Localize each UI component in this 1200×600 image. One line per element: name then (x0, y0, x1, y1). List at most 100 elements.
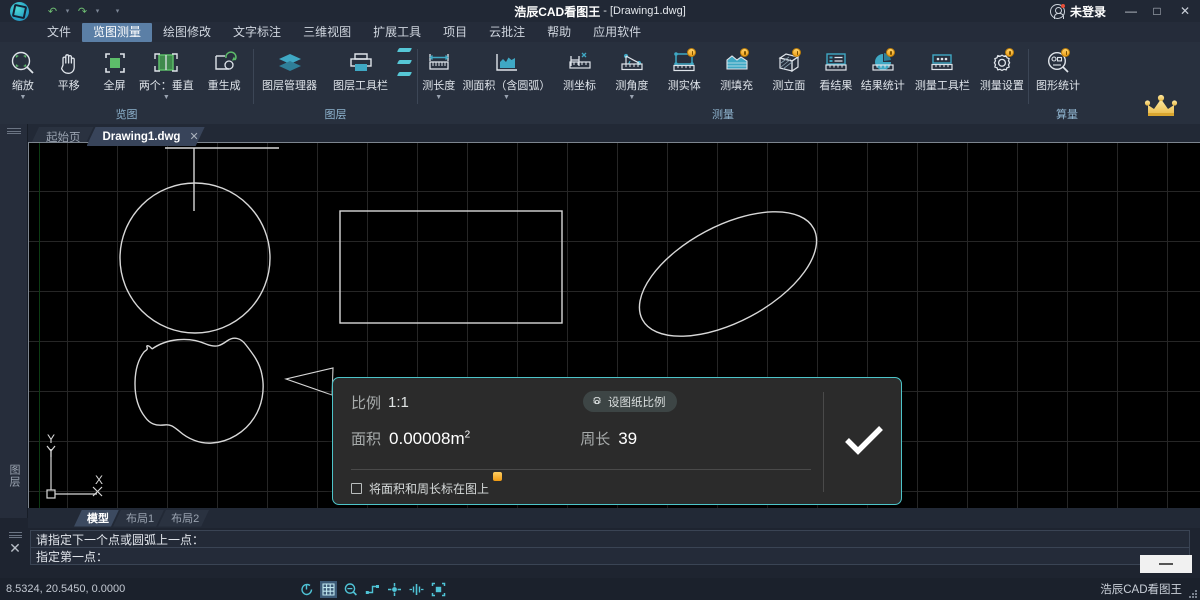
ribbon-button-pan[interactable]: 平移 (46, 46, 92, 93)
pro-badge-icon (791, 48, 801, 57)
measure-settings-gear-icon (987, 48, 1017, 78)
menu-item-help[interactable]: 帮助 (536, 23, 582, 42)
measure-hatch-icon (722, 48, 752, 78)
menu-item-applications[interactable]: 应用软件 (582, 23, 652, 42)
ribbon-button-measure-area[interactable]: 测面积（含圆弧） ▼ (460, 46, 554, 101)
ribbon-button-measure-hatch[interactable]: 测填充 (710, 46, 762, 93)
ribbon-button-measure-angle[interactable]: 测角度 ▼ (606, 46, 658, 101)
layer-lock-icon[interactable] (396, 72, 413, 81)
chevron-down-icon[interactable]: ▼ (163, 94, 170, 101)
perimeter-label: 周长 (580, 431, 611, 448)
chevron-down-icon[interactable]: ▼ (19, 94, 26, 101)
layer-stack-icon (275, 48, 305, 78)
dynamic-input-icon[interactable] (408, 581, 425, 598)
menu-item-text-annotation[interactable]: 文字标注 (222, 23, 292, 42)
tab-model[interactable]: 模型 (74, 510, 119, 527)
ribbon-button-measure-toolbar[interactable]: 测量工具栏 (909, 46, 976, 93)
minimize-button[interactable]: — (1118, 0, 1144, 22)
maximize-button[interactable]: □ (1144, 0, 1170, 22)
ribbon-button-fullscreen[interactable]: 全屏 (92, 46, 138, 93)
menu-item-3d-view[interactable]: 三维视图 (292, 23, 362, 42)
rail-label-layers[interactable]: 图层 (6, 464, 22, 488)
ribbon-button-layer-toolbar[interactable]: 图层工具栏 (325, 46, 396, 93)
ribbon-button-measure-length[interactable]: 测长度 ▼ (418, 46, 460, 101)
object-snap-icon[interactable] (342, 581, 359, 598)
menu-item-view-measure[interactable]: 览图测量 (82, 22, 153, 42)
grid-display-icon[interactable] (320, 580, 337, 598)
account-button[interactable]: 未登录 (1049, 3, 1106, 20)
redo-icon[interactable]: ↷ (74, 2, 91, 20)
customize-qat-icon[interactable]: ▾ (112, 2, 123, 20)
menu-item-draw-modify[interactable]: 绘图修改 (152, 23, 222, 42)
fullscreen-icon (100, 48, 130, 78)
ribbon-toolbar: 缩放 ▼ 平移 全屏 两个：垂直 ▼ 重生成 览图 图层管理器 图层工具栏 图层… (0, 42, 1200, 139)
annotate-checkbox[interactable] (351, 483, 362, 494)
ucs-y-label: Y (47, 432, 55, 446)
ribbon-label-measure-length: 测长度 (422, 80, 456, 92)
menu-item-file[interactable]: 文件 (36, 23, 82, 42)
measure-entity-icon (669, 48, 699, 78)
polar-tracking-icon[interactable] (298, 581, 315, 598)
redo-dropdown-icon[interactable]: ▾ (92, 2, 103, 20)
ribbon-label-measure-elevation: 测立面 (772, 80, 806, 92)
measure-coordinate-icon (565, 48, 595, 78)
confirm-button[interactable] (838, 418, 890, 462)
chevron-down-icon[interactable]: ▼ (503, 94, 510, 101)
command-grip-icon[interactable] (8, 532, 22, 539)
rail-grip-icon[interactable] (7, 128, 21, 136)
status-toggle-group (298, 578, 447, 600)
ribbon-label-fullscreen: 全屏 (103, 80, 126, 92)
menu-item-cloud-annotation[interactable]: 云批注 (478, 23, 536, 42)
undo-dropdown-icon[interactable]: ▾ (62, 2, 73, 20)
layer-off-icon[interactable] (396, 48, 413, 57)
ribbon-button-measure-elevation[interactable]: 测立面 (763, 46, 815, 93)
ribbon-button-view-result[interactable]: 看结果 (815, 46, 857, 93)
account-label: 未登录 (1069, 4, 1106, 19)
close-button[interactable]: ✕ (1170, 0, 1200, 22)
annotate-on-drawing-checkbox-row[interactable]: 将面积和周长标在图上 (351, 472, 503, 497)
close-icon[interactable]: ✕ (9, 541, 21, 555)
selection-cycling-icon[interactable] (430, 581, 447, 598)
set-paper-scale-button[interactable]: 设图纸比例 (583, 391, 677, 412)
ribbon-group-title-quantity: 算量 (1056, 109, 1078, 121)
snap-mode-icon[interactable] (386, 581, 403, 598)
perimeter-value: 39 (618, 429, 638, 448)
command-history-line: 请指定下一个点或圆弧上一点： (30, 530, 1190, 548)
checkmark-icon (845, 426, 883, 455)
result-statistics-icon (868, 48, 898, 78)
command-minimize-button[interactable] (1140, 555, 1192, 573)
tab-layout2[interactable]: 布局2 (158, 510, 209, 527)
layer-isolate-icon[interactable] (396, 60, 413, 69)
app-title-text: 浩辰CAD看图王 (514, 4, 601, 19)
tab-layout1[interactable]: 布局1 (113, 510, 164, 527)
menu-item-project[interactable]: 项目 (432, 23, 478, 42)
application-window: ↶ ▾ ↷ ▾ ▾ 浩辰CAD看图王 - [Drawing1.dwg] 未登录 … (0, 0, 1200, 600)
ribbon-button-shape-statistics[interactable]: 图形统计 (1029, 46, 1087, 93)
ribbon-button-measure-settings[interactable]: 测量设置 (976, 46, 1028, 93)
document-tab-drawing1[interactable]: Drawing1.dwg ✕ (87, 127, 205, 146)
menu-item-extension-tools[interactable]: 扩展工具 (362, 23, 432, 42)
ribbon-button-split-vertical[interactable]: 两个：垂直 ▼ (137, 46, 195, 101)
measure-toolbar-icon (927, 48, 957, 78)
ribbon-button-regenerate[interactable]: 重生成 (195, 46, 253, 93)
measure-length-icon (424, 48, 454, 78)
undo-icon[interactable]: ↶ (44, 2, 61, 20)
ortho-mode-icon[interactable] (364, 581, 381, 598)
ribbon-group-quantity: 图形统计 算量 (1029, 42, 1105, 124)
pro-badge-icon (1004, 48, 1014, 57)
ribbon-button-result-statistics[interactable]: 结果统计 (857, 46, 909, 93)
ribbon-group-title-view: 览图 (115, 109, 138, 121)
ribbon-label-layer-manager: 图层管理器 (262, 80, 317, 92)
ribbon-button-zoom[interactable]: 缩放 ▼ (0, 46, 46, 101)
resize-grip-icon[interactable] (1188, 589, 1197, 598)
ribbon-button-layer-manager[interactable]: 图层管理器 (254, 46, 325, 93)
menu-bar: 文件 览图测量 绘图修改 文字标注 三维视图 扩展工具 项目 云批注 帮助 应用… (0, 22, 1200, 42)
ribbon-button-measure-coordinate[interactable]: 测坐标 (553, 46, 605, 93)
chevron-down-icon[interactable]: ▼ (628, 94, 635, 101)
chevron-down-icon[interactable]: ▼ (435, 94, 442, 101)
command-input[interactable]: 指定第一点： (30, 547, 1190, 565)
ribbon-button-measure-entity[interactable]: 测实体 (658, 46, 710, 93)
shape-rectangle (339, 210, 563, 324)
command-line-body: 请指定下一个点或圆弧上一点： 指定第一点： (30, 530, 1200, 578)
close-icon[interactable]: ✕ (189, 130, 198, 143)
